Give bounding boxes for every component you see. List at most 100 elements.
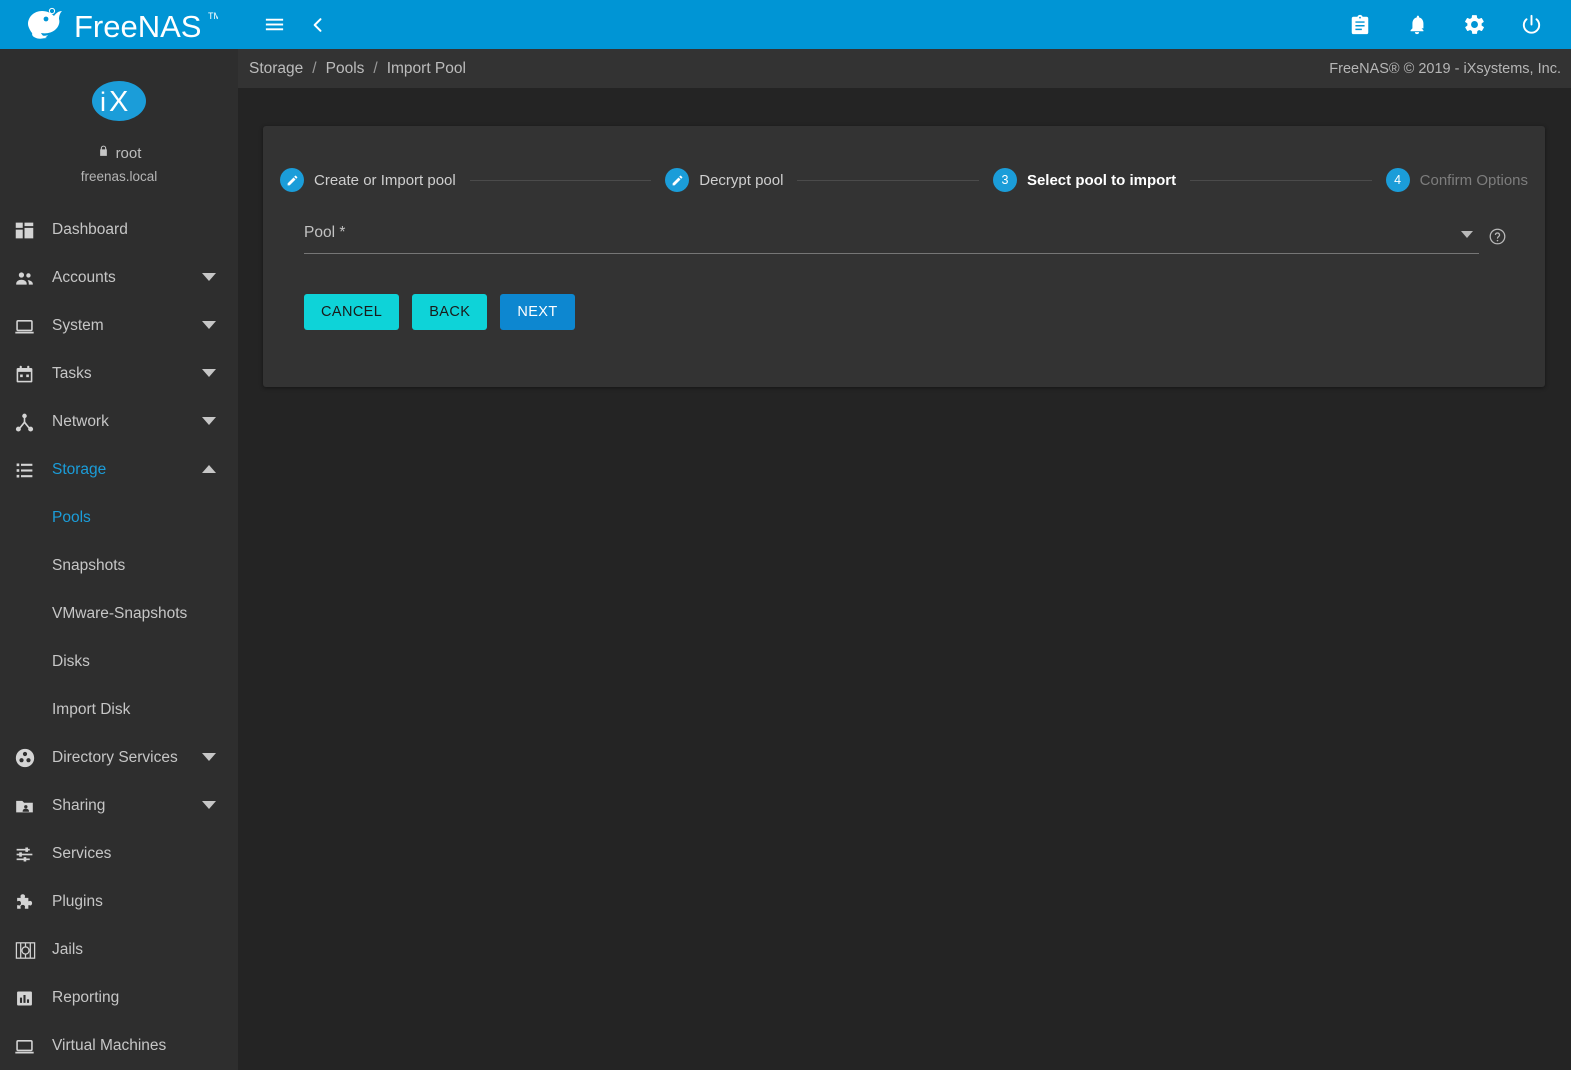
edit-pencil-icon (665, 168, 689, 192)
laptop-icon (14, 1036, 52, 1057)
wizard-step-select-pool-to-import[interactable]: 3 Select pool to import (993, 168, 1176, 192)
settings-gear-icon[interactable] (1454, 5, 1494, 45)
sidebar-item-services[interactable]: Services (0, 830, 238, 878)
lock-icon (97, 144, 110, 162)
sidebar-item-network[interactable]: Network (0, 398, 238, 446)
sidebar-item-system[interactable]: System (0, 302, 238, 350)
chevron-down-icon[interactable] (202, 365, 216, 383)
jails-icon (14, 939, 52, 962)
import-pool-wizard-card: Create or Import pool Decrypt pool 3 Sel… (263, 126, 1545, 387)
hamburger-menu-icon[interactable] (254, 5, 294, 45)
sidebar-item-jails[interactable]: Jails (0, 926, 238, 974)
ix-logo: i X (0, 49, 238, 132)
back-button[interactable]: BACK (412, 294, 487, 330)
tasks-clipboard-icon[interactable] (1340, 5, 1380, 45)
sidebar-item-snapshots[interactable]: Snapshots (0, 542, 238, 590)
laptop-icon (14, 316, 52, 337)
chevron-left-icon[interactable] (298, 5, 338, 45)
wizard-step-label: Decrypt pool (699, 172, 783, 189)
breadcrumb-item-pools[interactable]: Pools (326, 60, 365, 78)
people-icon (14, 268, 52, 289)
sidebar-item-plugins[interactable]: Plugins (0, 878, 238, 926)
sidebar-item-label: Jails (52, 941, 83, 959)
dashboard-grid-icon (14, 220, 52, 241)
freenas-logo: FreeNAS TM (0, 0, 240, 49)
edit-pencil-icon (280, 168, 304, 192)
storage-stack-icon (14, 460, 52, 481)
sidebar-item-reporting[interactable]: Reporting (0, 974, 238, 1022)
sidebar-item-label: Reporting (52, 989, 119, 1007)
chevron-down-icon[interactable] (202, 413, 216, 431)
sidebar-nav: Dashboard Accounts Syste (0, 206, 238, 1070)
main-content: Create or Import pool Decrypt pool 3 Sel… (238, 88, 1571, 1070)
sidebar-item-pools[interactable]: Pools (0, 494, 238, 542)
svg-text:i: i (100, 87, 106, 117)
wizard-step-create-or-import-pool[interactable]: Create or Import pool (280, 168, 456, 192)
chevron-down-icon[interactable] (202, 797, 216, 815)
network-hub-icon (14, 412, 52, 433)
sidebar-item-storage[interactable]: Storage (0, 446, 238, 494)
bar-chart-icon (14, 988, 52, 1009)
stepper-connector-3 (1190, 180, 1372, 181)
wizard-step-label: Create or Import pool (314, 172, 456, 189)
breadcrumb-bar: Storage / Pools / Import Pool FreeNAS® ©… (238, 49, 1571, 88)
sidebar-item-label: Plugins (52, 893, 103, 911)
chevron-down-icon[interactable] (202, 317, 216, 335)
breadcrumb-separator: / (373, 60, 377, 78)
hostname-label: freenas.local (0, 169, 238, 184)
sidebar-item-label: Dashboard (52, 221, 128, 239)
breadcrumb-item-storage[interactable]: Storage (249, 60, 303, 78)
pool-select[interactable]: Pool * (304, 224, 1479, 254)
sidebar-item-label: Sharing (52, 797, 105, 815)
username-label: root (116, 145, 142, 162)
sidebar-subitem-label: VMware-Snapshots (52, 605, 187, 623)
sidebar-item-directory-services[interactable]: Directory Services (0, 734, 238, 782)
sidebar-item-dashboard[interactable]: Dashboard (0, 206, 238, 254)
pool-field-row: Pool * (304, 224, 1507, 254)
help-circle-icon[interactable] (1488, 227, 1507, 251)
wizard-step-decrypt-pool[interactable]: Decrypt pool (665, 168, 783, 192)
calendar-icon (14, 364, 52, 385)
svg-text:FreeNAS: FreeNAS (74, 9, 201, 44)
sidebar-subitem-label: Import Disk (52, 701, 130, 719)
sidebar-item-accounts[interactable]: Accounts (0, 254, 238, 302)
power-icon[interactable] (1511, 5, 1551, 45)
top-app-bar: FreeNAS TM (0, 0, 1571, 49)
stepper-connector-1 (470, 180, 652, 181)
chevron-down-icon[interactable] (1461, 226, 1473, 244)
cancel-button[interactable]: CANCEL (304, 294, 399, 330)
step-number-badge: 4 (1386, 168, 1410, 192)
svg-text:X: X (109, 86, 128, 118)
sidebar-item-virtual-machines[interactable]: Virtual Machines (0, 1022, 238, 1070)
puzzle-piece-icon (14, 892, 52, 913)
sidebar-item-disks[interactable]: Disks (0, 638, 238, 686)
sidebar-item-label: Tasks (52, 365, 92, 383)
chevron-up-icon[interactable] (202, 461, 216, 479)
sidebar-item-import-disk[interactable]: Import Disk (0, 686, 238, 734)
sliders-icon (14, 844, 52, 865)
sidebar-item-label: Storage (52, 461, 106, 479)
sidebar-item-sharing[interactable]: Sharing (0, 782, 238, 830)
copyright-text: FreeNAS® © 2019 - iXsystems, Inc. (1329, 61, 1561, 77)
pool-field-label: Pool * (304, 224, 345, 242)
breadcrumb-item-import-pool: Import Pool (387, 60, 466, 78)
wizard-step-label: Confirm Options (1420, 172, 1528, 189)
sidebar-subitem-label: Disks (52, 653, 90, 671)
chevron-down-icon[interactable] (202, 749, 216, 767)
sidebar-item-vmware-snapshots[interactable]: VMware-Snapshots (0, 590, 238, 638)
sidebar-item-label: Network (52, 413, 109, 431)
wizard-buttons: CANCEL BACK NEXT (304, 294, 575, 330)
sidebar: i X root freenas.local Dashboard (0, 49, 238, 1070)
wizard-step-confirm-options: 4 Confirm Options (1386, 168, 1528, 192)
next-button[interactable]: NEXT (500, 294, 574, 330)
sidebar-item-label: System (52, 317, 104, 335)
breadcrumb: Storage / Pools / Import Pool (249, 60, 466, 78)
notifications-bell-icon[interactable] (1397, 5, 1437, 45)
directory-services-icon (14, 747, 52, 769)
wizard-stepper: Create or Import pool Decrypt pool 3 Sel… (263, 126, 1545, 192)
sidebar-item-label: Accounts (52, 269, 116, 287)
logged-in-user: root (0, 144, 238, 162)
chevron-down-icon[interactable] (202, 269, 216, 287)
wizard-step-label: Select pool to import (1027, 172, 1176, 189)
sidebar-item-tasks[interactable]: Tasks (0, 350, 238, 398)
